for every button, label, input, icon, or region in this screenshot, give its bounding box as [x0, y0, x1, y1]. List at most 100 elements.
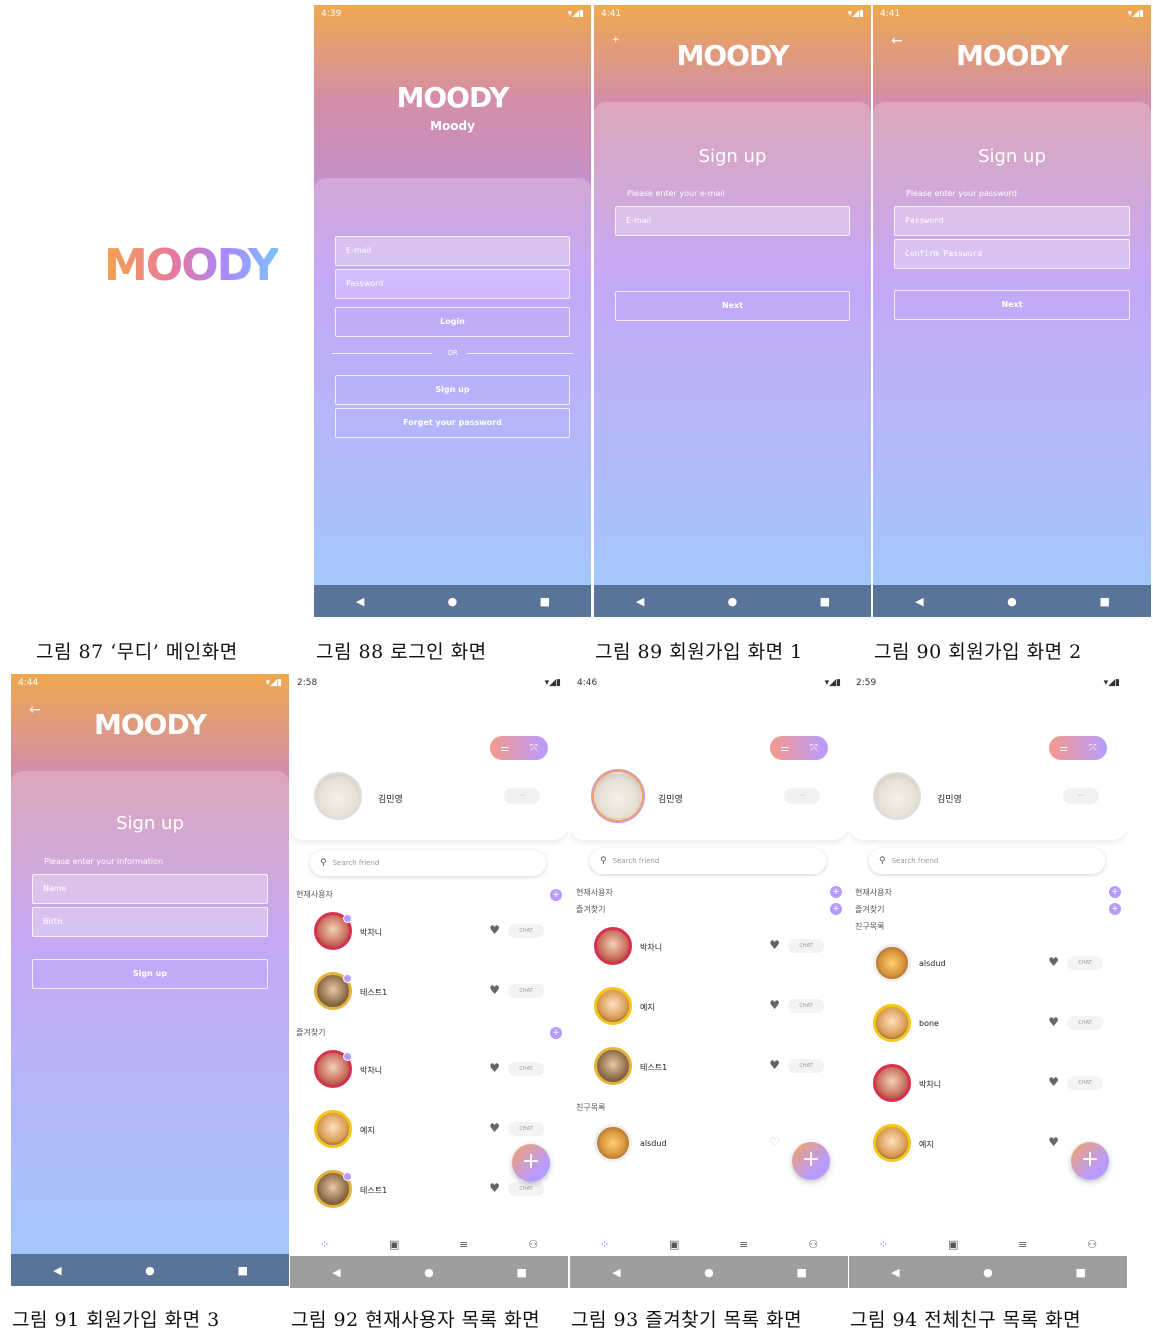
list-item[interactable]: 테스트1 ♥ CHAT [290, 972, 568, 1016]
nav-back-icon[interactable]: ◀ [628, 595, 652, 608]
search-input[interactable]: ⚲ Search friend [869, 848, 1105, 874]
chat-button[interactable]: CHAT [508, 924, 544, 938]
heart-icon[interactable]: ♥ [489, 1181, 500, 1195]
list-item[interactable]: 박차니 ♥ CHAT [849, 1064, 1127, 1108]
shuffle-icon[interactable]: ⤧ [810, 743, 818, 754]
add-friend-fab[interactable]: + [792, 1142, 830, 1180]
heart-icon[interactable]: ♥ [1048, 1135, 1059, 1149]
list-item[interactable]: 예지 ♥ CHAT [570, 987, 848, 1031]
heart-outline-icon[interactable]: ♡ [769, 1135, 780, 1149]
search-input[interactable]: ⚲ Search friend [310, 850, 546, 876]
nav-home-icon[interactable]: ● [138, 1264, 162, 1277]
add-favorite-icon[interactable]: + [1109, 903, 1121, 915]
list-item[interactable]: alsdud ♥ CHAT [849, 944, 1127, 988]
confirm-password-field[interactable]: Confirm Password [894, 239, 1130, 269]
tab-profile-icon[interactable]: ⚇ [808, 1238, 818, 1251]
nav-recent-icon[interactable]: ■ [533, 595, 557, 608]
my-avatar[interactable] [314, 772, 362, 820]
chat-button[interactable]: CHAT [1067, 956, 1103, 970]
filter-icon[interactable]: ⚌ [780, 743, 789, 754]
tab-home-icon[interactable]: ⁘ [320, 1238, 329, 1251]
heart-icon[interactable]: ♥ [1048, 955, 1059, 969]
heart-icon[interactable]: ♥ [489, 983, 500, 997]
heart-icon[interactable]: ♥ [769, 998, 780, 1012]
my-status-button[interactable]: ⋯ [504, 788, 540, 804]
nav-home-icon[interactable]: ● [697, 1266, 721, 1279]
nav-home-icon[interactable]: ● [440, 595, 464, 608]
filter-icon[interactable]: ⚌ [1059, 743, 1068, 754]
nav-back-icon[interactable]: ◀ [45, 1264, 69, 1277]
nav-back-icon[interactable]: ◀ [348, 595, 372, 608]
add-favorite-icon[interactable]: + [550, 1027, 562, 1039]
my-avatar[interactable] [594, 772, 642, 820]
password-field[interactable]: Password [894, 206, 1130, 236]
chat-button[interactable]: CHAT [508, 1182, 544, 1196]
add-favorite-icon[interactable]: + [830, 903, 842, 915]
next-button[interactable]: Next [615, 291, 850, 321]
chat-button[interactable]: CHAT [788, 1059, 824, 1073]
tab-chat-icon[interactable]: ▣ [948, 1238, 958, 1251]
nav-back-icon[interactable]: ◀ [883, 1266, 907, 1279]
heart-icon[interactable]: ♥ [1048, 1015, 1059, 1029]
signup-button[interactable]: Sign up [335, 375, 570, 405]
my-avatar[interactable] [873, 772, 921, 820]
heart-icon[interactable]: ♥ [489, 923, 500, 937]
add-current-icon[interactable]: + [1109, 886, 1121, 898]
nav-back-icon[interactable]: ◀ [604, 1266, 628, 1279]
nav-back-icon[interactable]: ◀ [907, 595, 931, 608]
nav-home-icon[interactable]: ● [1000, 595, 1024, 608]
heart-icon[interactable]: ♥ [489, 1121, 500, 1135]
list-item[interactable]: 테스트1 ♥ CHAT [570, 1047, 848, 1091]
heart-icon[interactable]: ♥ [1048, 1075, 1059, 1089]
filter-icon[interactable]: ⚌ [500, 743, 509, 754]
add-friend-fab[interactable]: + [512, 1144, 550, 1182]
nav-back-icon[interactable]: ◀ [324, 1266, 348, 1279]
password-field[interactable]: Password [335, 269, 570, 299]
forgot-password-button[interactable]: Forget your password [335, 408, 570, 438]
chat-button[interactable]: CHAT [508, 1062, 544, 1076]
tab-chat-icon[interactable]: ▣ [669, 1238, 679, 1251]
chat-button[interactable]: CHAT [508, 984, 544, 998]
search-input[interactable]: ⚲ Search friend [590, 848, 826, 874]
tab-list-icon[interactable]: ≡ [459, 1238, 468, 1251]
add-current-icon[interactable]: + [830, 886, 842, 898]
mood-toggle[interactable]: ⚌ ⤧ [1049, 736, 1107, 760]
list-item[interactable]: 박차니 ♥ CHAT [570, 927, 848, 971]
chat-button[interactable]: CHAT [788, 999, 824, 1013]
heart-icon[interactable]: ♥ [769, 938, 780, 952]
my-status-button[interactable]: ⋯ [784, 788, 820, 804]
my-status-button[interactable]: ⋯ [1063, 788, 1099, 804]
add-friend-fab[interactable]: + [1071, 1142, 1109, 1180]
nav-recent-icon[interactable]: ■ [813, 595, 837, 608]
tab-profile-icon[interactable]: ⚇ [528, 1238, 538, 1251]
nav-recent-icon[interactable]: ■ [1093, 595, 1117, 608]
chat-button[interactable]: CHAT [1067, 1076, 1103, 1090]
name-field[interactable]: Name [32, 874, 268, 904]
nav-recent-icon[interactable]: ■ [231, 1264, 255, 1277]
add-current-icon[interactable]: + [550, 889, 562, 901]
signup-button[interactable]: Sign up [32, 959, 268, 989]
tab-list-icon[interactable]: ≡ [1018, 1238, 1027, 1251]
mood-toggle[interactable]: ⚌ ⤧ [770, 736, 828, 760]
tab-profile-icon[interactable]: ⚇ [1087, 1238, 1097, 1251]
shuffle-icon[interactable]: ⤧ [1089, 743, 1097, 754]
nav-recent-icon[interactable]: ■ [1069, 1266, 1093, 1279]
list-item[interactable]: bone ♥ CHAT [849, 1004, 1127, 1048]
shuffle-icon[interactable]: ⤧ [530, 743, 538, 754]
heart-icon[interactable]: ♥ [769, 1058, 780, 1072]
mood-toggle[interactable]: ⚌ ⤧ [490, 736, 548, 760]
chat-button[interactable]: CHAT [1067, 1016, 1103, 1030]
birth-field[interactable]: Birth [32, 907, 268, 937]
chat-button[interactable]: CHAT [508, 1122, 544, 1136]
email-field[interactable]: E-mail [615, 206, 850, 236]
tab-home-icon[interactable]: ⁘ [600, 1238, 609, 1251]
nav-home-icon[interactable]: ● [417, 1266, 441, 1279]
heart-icon[interactable]: ♥ [489, 1061, 500, 1075]
list-item[interactable]: 박차니 ♥ CHAT [290, 912, 568, 956]
tab-home-icon[interactable]: ⁘ [879, 1238, 888, 1251]
tab-list-icon[interactable]: ≡ [739, 1238, 748, 1251]
tab-chat-icon[interactable]: ▣ [389, 1238, 399, 1251]
email-field[interactable]: E-mail [335, 236, 570, 266]
nav-home-icon[interactable]: ● [976, 1266, 1000, 1279]
nav-home-icon[interactable]: ● [720, 595, 744, 608]
